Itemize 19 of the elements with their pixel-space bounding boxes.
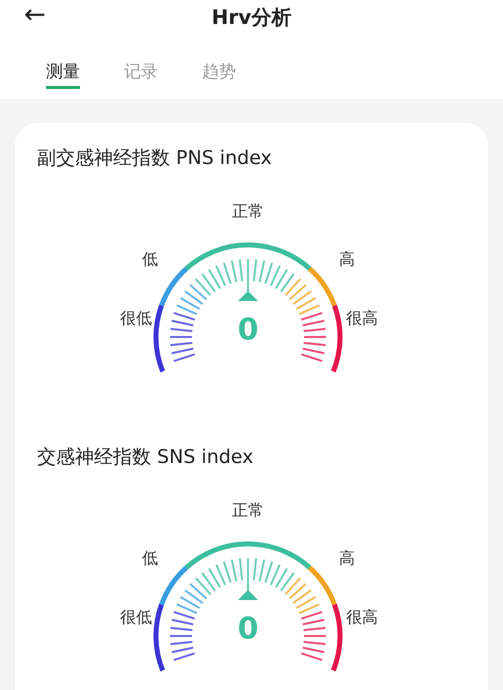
zone-label: 很低: [120, 608, 152, 628]
zone-label: 很低: [120, 308, 152, 330]
zone-label: 高: [339, 250, 355, 270]
zone-label: 低: [142, 250, 158, 270]
zone-label: 高: [339, 548, 355, 570]
zone-label: 低: [142, 548, 158, 570]
zone-label: 正常: [232, 500, 264, 522]
page-title: Hrv分析: [212, 4, 292, 30]
section-title: 交感神经指数 SNS index: [37, 445, 254, 470]
tab[interactable]: 测量: [46, 60, 80, 89]
gauge-value: 0: [238, 612, 258, 646]
pointer-icon: [238, 291, 258, 301]
zone-label: 很高: [346, 308, 378, 330]
section-title: 副交感神经指数 PNS index: [37, 146, 273, 171]
zone-label: 很高: [346, 608, 378, 628]
back-button[interactable]: ←: [24, 0, 46, 32]
pointer-icon: [238, 590, 258, 600]
zone-label: 正常: [232, 202, 264, 222]
gauge-value: 0: [238, 312, 258, 348]
